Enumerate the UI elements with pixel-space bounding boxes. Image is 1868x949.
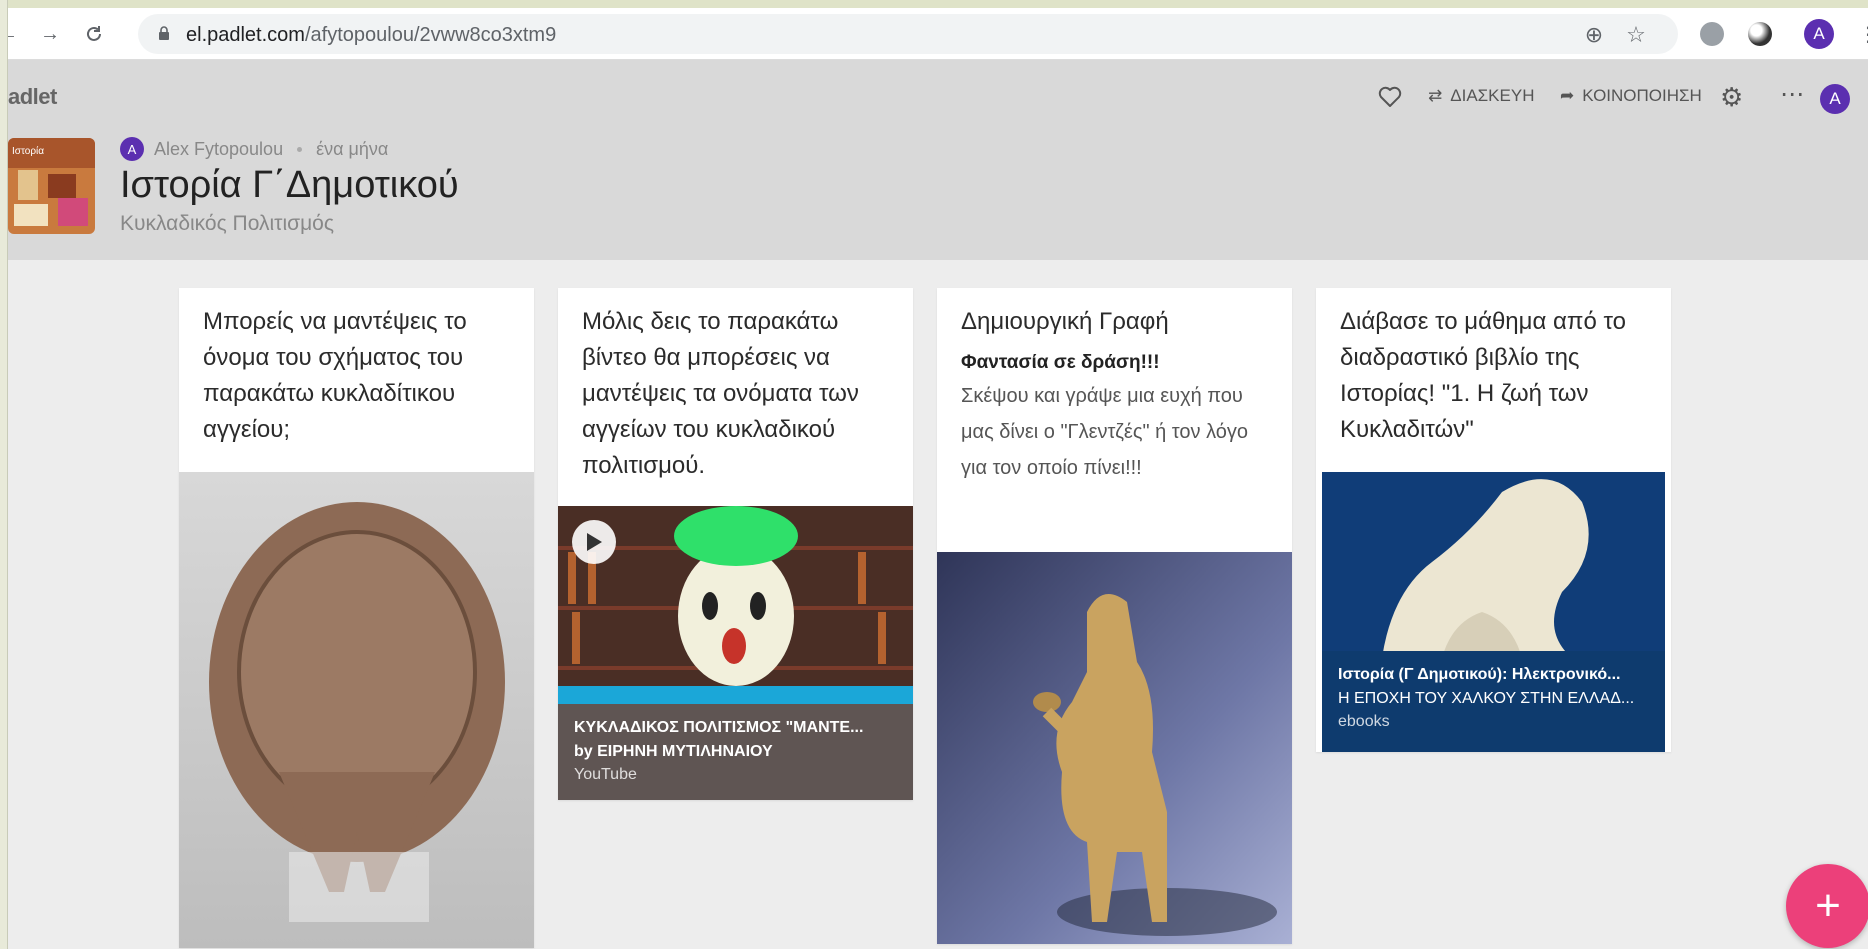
extension-icon[interactable] <box>1748 22 1772 46</box>
play-icon[interactable] <box>572 520 616 564</box>
post-title: Διάβασε το μάθημα από το διαδραστικό βιβ… <box>1340 308 1626 443</box>
board-thumbnail: Ιστορία <box>8 138 95 234</box>
post-card[interactable]: Μόλις δεις το παρακάτω βίντεο θα μπορέσε… <box>558 288 913 800</box>
share-label: ΚΟΙΝΟΠΟΙΗΣΗ <box>1582 86 1702 105</box>
link-title: ΚΥΚΛΑΔΙΚΟΣ ΠΟΛΙΤΙΣΜΟΣ "ΜΑΝΤΕ... <box>574 719 864 736</box>
back-icon[interactable]: ← <box>8 20 22 48</box>
ebook-thumbnail <box>1322 472 1665 658</box>
post-card[interactable]: Μπορείς να μαντέψεις το όνομα του σχήματ… <box>179 288 534 948</box>
link-author: by ΕΙΡΗΝΗ ΜΥΤΙΛΗΝΑΙΟΥ <box>574 743 773 760</box>
post-title: Δημιουργική Γραφή <box>961 308 1169 335</box>
remix-icon: ⇄ <box>1428 86 1443 105</box>
reload-icon[interactable] <box>80 20 108 48</box>
separator-dot <box>297 146 303 152</box>
link-source: ebooks <box>1338 713 1390 730</box>
remix-button[interactable]: ⇄ ΔΙΑΣΚΕΥΗ <box>1428 86 1534 106</box>
post-subheading: Φαντασία σε δράση!!! <box>961 352 1160 373</box>
padlet-logo[interactable]: adlet <box>8 84 57 110</box>
more-options-icon[interactable]: ⋯ <box>1780 80 1804 109</box>
author-avatar: A <box>120 137 144 161</box>
extension-icon[interactable] <box>1700 22 1724 46</box>
share-arrow-icon: ➦ <box>1560 86 1575 105</box>
ebook-link-preview[interactable]: Ιστορία (Γ Δημοτικού): Ηλεκτρονικό... Η … <box>1322 472 1665 752</box>
link-subtitle: Η ΕΠΟΧΗ ΤΟΥ ΧΑΛΚΟΥ ΣΤΗΝ ΕΛΛΑΔ... <box>1338 690 1635 707</box>
author-name[interactable]: Alex Fytopoulou <box>154 139 283 160</box>
post-title: Μόλις δεις το παρακάτω βίντεο θα μπορέσε… <box>582 308 859 479</box>
share-button[interactable]: ➦ ΚΟΙΝΟΠΟΙΗΣΗ <box>1560 86 1702 106</box>
post-image[interactable] <box>937 552 1292 944</box>
time-ago: ένα μήνα <box>316 138 389 159</box>
post-title: Μπορείς να μαντέψεις το όνομα του σχήματ… <box>203 308 467 443</box>
forward-icon[interactable]: → <box>36 20 64 48</box>
remix-label: ΔΙΑΣΚΕΥΗ <box>1450 86 1535 105</box>
address-bar[interactable]: el.padlet.com/afytopoulou/2vww8co3xtm9 ⊕… <box>138 14 1678 54</box>
browser-toolbar: ← → el.padlet.com/afytopoulou/2vww8co3xt… <box>8 8 1868 60</box>
heart-icon <box>1378 86 1402 107</box>
link-title: Ιστορία (Γ Δημοτικού): Ηλεκτρονικό... <box>1338 666 1621 683</box>
desktop-frame-top <box>0 0 1868 8</box>
board-meta: A Alex Fytopoulou ένα μήνα <box>120 137 388 161</box>
link-caption: Ιστορία (Γ Δημοτικού): Ηλεκτρονικό... Η … <box>1322 651 1665 745</box>
lock-icon <box>159 26 169 40</box>
link-caption: ΚΥΚΛΑΔΙΚΟΣ ΠΟΛΙΤΙΣΜΟΣ "ΜΑΝΤΕ... by ΕΙΡΗΝ… <box>558 704 913 798</box>
board-title: Ιστορία Γ΄Δημοτικού <box>120 164 459 206</box>
post-card[interactable]: Διάβασε το μάθημα από το διαδραστικό βιβ… <box>1316 288 1671 752</box>
url-text: el.padlet.com/afytopoulou/2vww8co3xtm9 <box>186 24 557 46</box>
browser-window: ← → el.padlet.com/afytopoulou/2vww8co3xt… <box>8 8 1868 949</box>
like-button[interactable] <box>1378 86 1402 108</box>
padlet-header: adlet ⇄ ΔΙΑΣΚΕΥΗ ➦ ΚΟΙΝΟΠΟΙΗΣΗ ⚙ ⋯ A Ιστ… <box>8 60 1868 260</box>
post-body: Σκέψου και γράψε μια ευχή που μας δίνει … <box>961 385 1249 479</box>
post-image[interactable] <box>179 472 534 948</box>
padlet-user-avatar[interactable]: A <box>1820 84 1850 114</box>
link-source: YouTube <box>574 766 637 783</box>
settings-gear-icon[interactable]: ⚙ <box>1720 82 1743 113</box>
desktop-frame-left <box>0 0 8 949</box>
install-app-icon[interactable]: ⊕ <box>1582 22 1606 47</box>
board-subtitle: Κυκλαδικός Πολιτισμός <box>120 212 334 235</box>
add-post-button[interactable]: + <box>1786 864 1868 948</box>
bookmark-star-icon[interactable]: ☆ <box>1624 22 1648 47</box>
browser-profile-avatar[interactable]: A <box>1804 19 1834 49</box>
video-link-preview[interactable]: ΚΥΚΛΑΔΙΚΟΣ ΠΟΛΙΤΙΣΜΟΣ "ΜΑΝΤΕ... by ΕΙΡΗΝ… <box>558 506 913 800</box>
post-card[interactable]: Δημιουργική Γραφή Φαντασία σε δράση!!! Σ… <box>937 288 1292 944</box>
browser-menu-icon[interactable]: ⋮ <box>1858 22 1868 47</box>
board-thumbnail-text: Ιστορία <box>12 146 45 157</box>
